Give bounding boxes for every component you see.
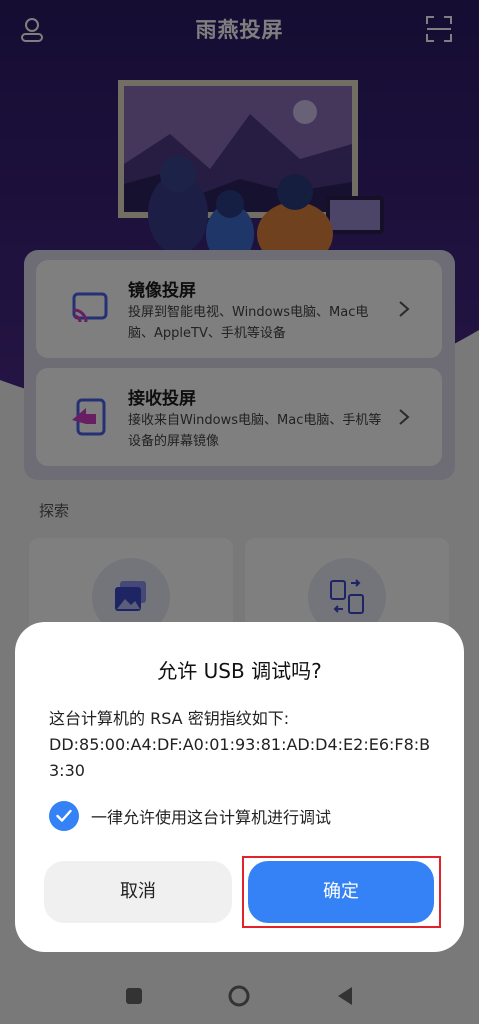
check-icon	[56, 809, 72, 822]
rsa-fingerprint: DD:85:00:A4:DF:A0:01:93:81:AD:D4:E2:E6:F…	[49, 735, 431, 780]
rsa-intro-text: 这台计算机的 RSA 密钥指纹如下:	[49, 709, 290, 728]
dialog-title: 允许 USB 调试吗?	[157, 659, 322, 683]
cancel-button[interactable]: 取消	[44, 861, 232, 923]
dialog-message: 这台计算机的 RSA 密钥指纹如下: DD:85:00:A4:DF:A0:01:…	[49, 706, 439, 784]
usb-debug-dialog: 允许 USB 调试吗? 这台计算机的 RSA 密钥指纹如下: DD:85:00:…	[15, 622, 464, 952]
always-allow-checkbox[interactable]	[49, 801, 79, 831]
always-allow-checkbox-row[interactable]: 一律允许使用这台计算机进行调试	[49, 800, 439, 832]
always-allow-label: 一律允许使用这台计算机进行调试	[91, 808, 332, 827]
ok-button-highlight-box	[242, 856, 441, 928]
